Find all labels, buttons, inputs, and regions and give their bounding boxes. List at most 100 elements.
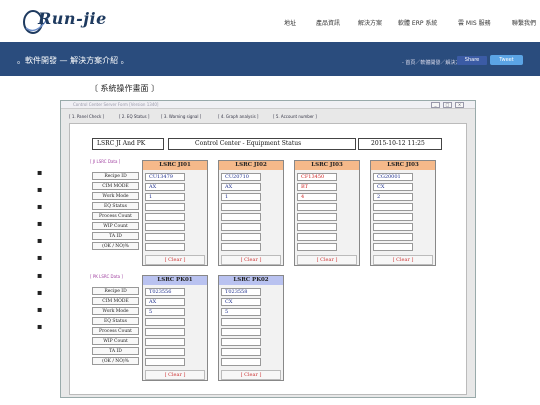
section-heading: 〔 系統操作畫面 〕	[90, 84, 160, 93]
pk-group-label: [ PK LSRC Data ]	[90, 274, 123, 279]
equipment-field[interactable]: 1	[221, 193, 261, 201]
maximize-icon[interactable]: □	[443, 102, 452, 108]
row-label: EQ Status	[92, 202, 139, 210]
equipment-field[interactable]	[221, 338, 261, 346]
equipment-field[interactable]	[145, 338, 185, 346]
facebook-share-button[interactable]: Share	[457, 56, 487, 65]
equipment-field[interactable]: 2	[373, 193, 413, 201]
nav-item-erp[interactable]: 軟體 ERP 系統	[398, 18, 437, 27]
equipment-field[interactable]	[221, 243, 261, 251]
clear-button[interactable]: [ Clear ]	[373, 255, 433, 265]
equipment-field[interactable]	[221, 358, 261, 366]
equipment-field[interactable]: 5	[145, 308, 185, 316]
panel-heading: Control Center - Equipment Status	[168, 138, 356, 150]
equipment-field[interactable]	[145, 328, 185, 336]
equipment-field[interactable]	[373, 233, 413, 241]
equipment-field[interactable]: CX	[373, 183, 413, 191]
equipment-field[interactable]	[145, 348, 185, 356]
equipment-field[interactable]: T023558	[221, 288, 261, 296]
equipment-field[interactable]: BT	[297, 183, 337, 191]
equipment-field[interactable]: CU13479	[145, 173, 185, 181]
nav-item-mis[interactable]: 雲 MIS 服務	[458, 18, 491, 27]
tab-account-number[interactable]: [ 5. Account number ]	[273, 114, 317, 119]
tab-graph-analysis[interactable]: [ 4. Graph analysis ]	[218, 114, 259, 119]
equipment-field[interactable]	[221, 233, 261, 241]
side-marker: ▪	[37, 322, 43, 331]
nav-item-solutions[interactable]: 解決方案	[358, 18, 382, 27]
side-marker: ▪	[37, 185, 43, 194]
nav-item-address[interactable]: 地址	[284, 18, 296, 27]
equipment-field[interactable]	[145, 213, 185, 221]
logo-text[interactable]: Run-jie	[38, 9, 107, 28]
equipment-field[interactable]: 4	[297, 193, 337, 201]
equipment-field[interactable]	[297, 213, 337, 221]
nav-item-products[interactable]: 產品資訊	[316, 18, 340, 27]
clear-button[interactable]: [ Clear ]	[297, 255, 357, 265]
equipment-field[interactable]	[221, 203, 261, 211]
tab-eq-status[interactable]: [ 2. EQ Status ]	[119, 114, 149, 119]
equipment-field[interactable]	[221, 318, 261, 326]
equipment-field[interactable]	[373, 243, 413, 251]
app-window: Control Center Server Form [Version 1340…	[60, 100, 476, 398]
tab-panel-check[interactable]: [ 1. Panel Check ]	[69, 114, 104, 119]
equipment-name: LSRC JI03	[295, 161, 359, 170]
window-titlebar: Control Center Server Form [Version 1340…	[61, 101, 475, 109]
row-label: CIM MODE	[92, 182, 139, 190]
nav-item-contact[interactable]: 聯繫我們	[512, 18, 536, 27]
equipment-field[interactable]	[297, 233, 337, 241]
minimize-icon[interactable]: _	[431, 102, 440, 108]
clear-button[interactable]: [ Clear ]	[145, 255, 205, 265]
equipment-field[interactable]	[221, 328, 261, 336]
row-label: Recipe ID	[92, 287, 139, 295]
equipment-field[interactable]	[373, 223, 413, 231]
equipment-field[interactable]: CU20710	[221, 173, 261, 181]
tweet-button[interactable]: Tweet	[490, 55, 523, 65]
row-label: (OK / NO)%	[92, 357, 139, 365]
equipment-field[interactable]: T023556	[145, 288, 185, 296]
equipment-field[interactable]	[145, 203, 185, 211]
equipment-field[interactable]: AX	[221, 183, 261, 191]
side-marker: ▪	[37, 253, 43, 262]
side-marker: ▪	[37, 271, 43, 280]
equipment-field[interactable]	[221, 348, 261, 356]
equipment-field[interactable]	[373, 203, 413, 211]
equipment-field[interactable]	[297, 203, 337, 211]
clear-button[interactable]: [ Clear ]	[221, 370, 281, 380]
equipment-field[interactable]	[373, 213, 413, 221]
row-label: EQ Status	[92, 317, 139, 325]
equipment-field[interactable]: AX	[145, 298, 185, 306]
equipment-field[interactable]: AX	[145, 183, 185, 191]
equipment-field[interactable]	[145, 358, 185, 366]
equipment-field[interactable]: 5	[221, 308, 261, 316]
equipment-field[interactable]	[221, 213, 261, 221]
site-header: Run-jie 地址 產品資訊 解決方案 軟體 ERP 系統 雲 MIS 服務 …	[0, 0, 540, 42]
side-marker: ▪	[37, 202, 43, 211]
equipment-field[interactable]	[145, 243, 185, 251]
equipment-name: LSRC JI02	[219, 161, 283, 170]
side-marker: ▪	[37, 305, 43, 314]
equipment-field[interactable]	[221, 223, 261, 231]
equipment-field[interactable]: CF13450	[297, 173, 337, 181]
side-marker: ▪	[37, 219, 43, 228]
equipment-field[interactable]: CX	[221, 298, 261, 306]
ji-group-label: [ JI LSRC Data ]	[90, 159, 121, 164]
equipment-field[interactable]	[145, 223, 185, 231]
equipment-name: LSRC PK02	[219, 276, 283, 285]
tab-warning-signal[interactable]: [ 3. Warning signal ]	[161, 114, 201, 119]
clear-button[interactable]: [ Clear ]	[221, 255, 281, 265]
equipment-name: LSRC PK01	[143, 276, 207, 285]
equipment-field[interactable]	[145, 233, 185, 241]
equipment-panel: LSRC JI02 CU20710 AX 1 [ Clear ]	[218, 160, 284, 266]
equipment-field[interactable]	[145, 318, 185, 326]
equipment-field[interactable]: CG20001	[373, 173, 413, 181]
side-marker: ▪	[37, 288, 43, 297]
row-label: Process Count	[92, 212, 139, 220]
clear-button[interactable]: [ Clear ]	[145, 370, 205, 380]
equipment-status-panel: LSRC JI And PK Control Center - Equipmen…	[69, 123, 467, 395]
side-marker: ▪	[37, 236, 43, 245]
close-icon[interactable]: ×	[455, 102, 464, 108]
row-label: (OK / NO)%	[92, 242, 139, 250]
equipment-field[interactable]: 1	[145, 193, 185, 201]
equipment-field[interactable]	[297, 243, 337, 251]
equipment-field[interactable]	[297, 223, 337, 231]
